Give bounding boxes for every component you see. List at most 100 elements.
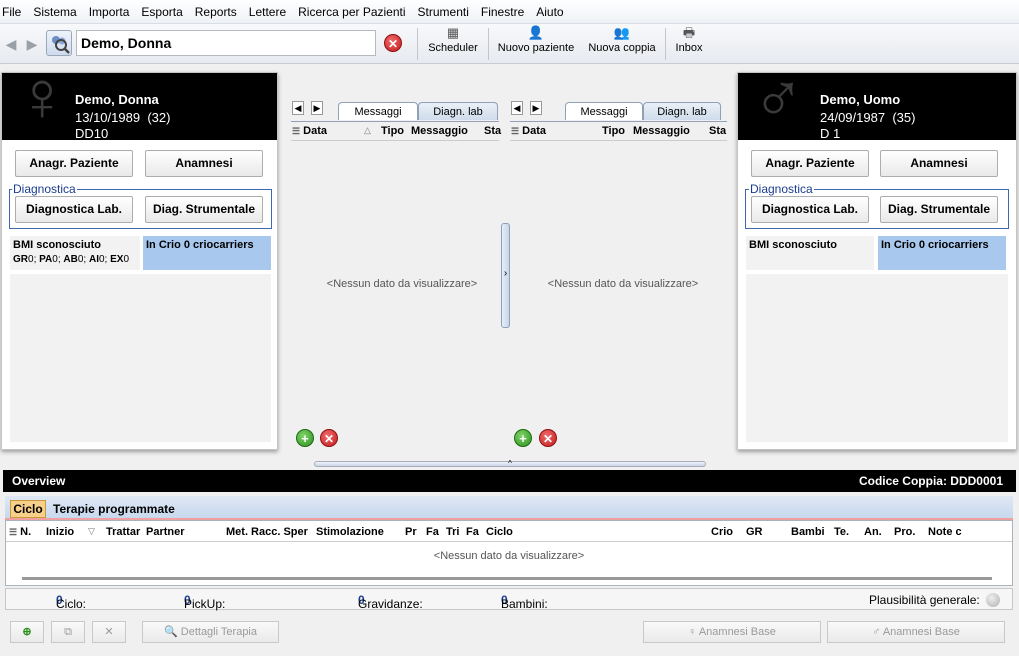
add-person-icon: 👤 <box>527 25 545 40</box>
col-te[interactable]: Te. <box>834 526 849 538</box>
dettagli-terapia-button[interactable]: 🔍 Dettagli Terapia <box>142 621 279 643</box>
col-note[interactable]: Note c <box>928 526 962 538</box>
right-col-stato[interactable]: Sta <box>709 125 726 137</box>
left-col-messaggio[interactable]: Messaggio <box>411 125 468 137</box>
nuovo-paziente-button[interactable]: 👤 Nuovo paziente <box>494 26 578 62</box>
col-bambini[interactable]: Bambi <box>791 526 825 538</box>
col-stimolazione[interactable]: Stimolazione <box>316 526 384 538</box>
left-messages-tabs: Messaggi Diagn. lab <box>338 102 498 122</box>
female-symbol-icon: ♀ <box>16 73 69 135</box>
male-patient-card: ♂ Demo, Uomo 24/09/1987 (35) D 1 Anagr. … <box>737 72 1017 450</box>
col-trattamento[interactable]: Trattar <box>106 526 140 538</box>
left-tab-diagn-lab[interactable]: Diagn. lab <box>418 102 498 120</box>
male-anamnesi-base-button[interactable]: ♂ Anamnesi Base <box>827 621 1005 643</box>
right-tab-scroll-left[interactable]: ◀ <box>511 101 523 115</box>
clear-patient-icon[interactable]: ✕ <box>384 34 402 52</box>
left-tab-messaggi[interactable]: Messaggi <box>338 102 418 120</box>
tab-terapie-programmate[interactable]: Terapie programmate <box>53 502 175 516</box>
male-code: D 1 <box>820 126 841 140</box>
female-anagr-button[interactable]: Anagr. Paziente <box>15 150 133 177</box>
right-tab-scroll-right[interactable]: ▶ <box>530 101 542 115</box>
female-anamnesi-button[interactable]: Anamnesi <box>145 150 263 177</box>
right-tab-messaggi[interactable]: Messaggi <box>565 102 643 120</box>
right-delete-icon[interactable]: ✕ <box>539 429 557 447</box>
right-add-icon[interactable]: + <box>514 429 532 447</box>
menu-sistema[interactable]: Sistema <box>27 0 82 24</box>
left-add-icon[interactable]: + <box>296 429 314 447</box>
menu-finestre[interactable]: Finestre <box>475 0 530 24</box>
col-crio[interactable]: Crio <box>711 526 733 538</box>
col-partner[interactable]: Partner <box>146 526 185 538</box>
female-patient-card: ♀ Demo, Donna 13/10/1989 (32) DD10 Anagr… <box>1 72 278 450</box>
male-anamnesi-button[interactable]: Anamnesi <box>880 150 998 177</box>
female-dob: 13/10/1989 (32) <box>75 110 171 125</box>
male-diag-strumentale-button[interactable]: Diag. Strumentale <box>880 196 998 223</box>
col-pro[interactable]: Pro. <box>894 526 915 538</box>
right-col-messaggio[interactable]: Messaggio <box>633 125 690 137</box>
menu-lettere[interactable]: Lettere <box>243 0 292 24</box>
couple-code: Codice Coppia: DDD0001 <box>858 474 1003 488</box>
left-col-tipo[interactable]: Tipo <box>381 125 404 137</box>
col-pr[interactable]: Pr <box>405 526 417 538</box>
male-anagr-button[interactable]: Anagr. Paziente <box>751 150 869 177</box>
female-name: Demo, Donna <box>75 92 159 107</box>
male-bmi-box: BMI sconosciuto <box>746 236 874 270</box>
search-people-icon <box>52 36 70 54</box>
nuova-coppia-button[interactable]: 👥 Nuova coppia <box>584 26 660 62</box>
scheduler-button[interactable]: ▦ Scheduler <box>424 26 482 62</box>
patient-search-input[interactable]: Demo, Donna <box>76 30 376 56</box>
sort-asc-icon: △ <box>364 125 371 135</box>
col-gr[interactable]: GR <box>746 526 763 538</box>
delete-cycle-button[interactable]: ✕ <box>92 621 126 643</box>
female-obstetric-summary: GR0; PA0; AB0; AI0; EX0 <box>13 254 130 265</box>
col-ciclo[interactable]: Ciclo <box>486 526 513 538</box>
left-delete-icon[interactable]: ✕ <box>320 429 338 447</box>
stat-plausibilita: Plausibilità generale: <box>869 593 980 607</box>
left-tab-scroll-left[interactable]: ◀ <box>292 101 304 115</box>
col-met-racc-sper[interactable]: Met. Racc. Sper <box>226 526 308 538</box>
menu-aiuto[interactable]: Aiuto <box>530 0 569 24</box>
female-diagnostica-label: Diagnostica <box>12 182 77 196</box>
male-diagnostica-lab-button[interactable]: Diagnostica Lab. <box>751 196 869 223</box>
male-dob: 24/09/1987 (35) <box>820 110 916 125</box>
right-messages-tabs: Messaggi Diagn. lab <box>565 102 727 122</box>
right-tab-diagn-lab[interactable]: Diagn. lab <box>643 102 721 120</box>
female-diagnostica-lab-button[interactable]: Diagnostica Lab. <box>15 196 133 223</box>
left-empty-text: <Nessun dato da visualizzare> <box>326 278 478 290</box>
inbox-button[interactable]: 🖶 Inbox <box>670 26 708 62</box>
right-col-data[interactable]: ☰ Data <box>511 125 546 137</box>
forward-arrow-icon[interactable]: ▶ <box>24 33 40 55</box>
horizontal-scrollbar[interactable] <box>22 577 992 580</box>
patient-search-button[interactable] <box>46 30 72 56</box>
col-fa1[interactable]: Fa <box>426 526 439 538</box>
col-an[interactable]: An. <box>864 526 882 538</box>
col-n[interactable]: ☰ N. <box>9 526 31 538</box>
left-col-stato[interactable]: Sta <box>484 125 501 137</box>
tab-ciclo[interactable]: Ciclo <box>10 500 46 518</box>
female-diag-strumentale-button[interactable]: Diag. Strumentale <box>145 196 263 223</box>
col-tri[interactable]: Tri <box>446 526 459 538</box>
menu-reports[interactable]: Reports <box>189 0 243 24</box>
panel-splitter[interactable]: › <box>501 223 510 328</box>
left-tab-scroll-right[interactable]: ▶ <box>311 101 323 115</box>
menu-esporta[interactable]: Esporta <box>135 0 188 24</box>
copy-cycle-button[interactable]: ⧉ <box>51 621 85 643</box>
col-fa2[interactable]: Fa <box>466 526 479 538</box>
left-col-data[interactable]: ☰ Data <box>292 125 327 137</box>
menu-strumenti[interactable]: Strumenti <box>412 0 475 24</box>
female-crio-box: In Crio 0 criocarriers <box>143 236 271 270</box>
add-cycle-button[interactable]: ⊕ <box>10 621 44 643</box>
vertical-splitter[interactable]: ^ <box>314 460 706 468</box>
overview-header: Overview Codice Coppia: DDD0001 <box>3 470 1016 492</box>
female-card-header: ♀ Demo, Donna 13/10/1989 (32) DD10 <box>2 73 277 140</box>
menu-file[interactable]: File <box>0 0 27 24</box>
male-name: Demo, Uomo <box>820 92 901 107</box>
male-symbol-icon: ♂ <box>752 73 805 137</box>
right-col-tipo[interactable]: Tipo <box>602 125 625 137</box>
calendar-icon: ▦ <box>446 25 460 40</box>
menu-ricerca-pazienti[interactable]: Ricerca per Pazienti <box>292 0 411 24</box>
col-inizio[interactable]: Inizio <box>46 526 74 538</box>
female-anamnesi-base-button[interactable]: ♀ Anamnesi Base <box>643 621 821 643</box>
menu-importa[interactable]: Importa <box>83 0 136 24</box>
back-arrow-icon[interactable]: ◀ <box>3 33 19 55</box>
